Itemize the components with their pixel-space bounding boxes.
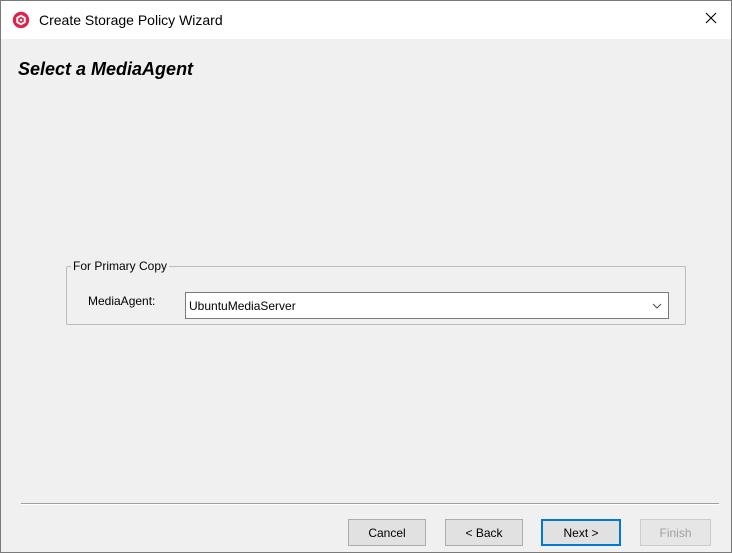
window-title: Create Storage Policy Wizard [39,12,223,28]
footer-separator [21,503,719,505]
next-button[interactable]: Next > [541,519,621,546]
group-legend: For Primary Copy [71,259,170,273]
title-bar: Create Storage Policy Wizard [1,1,731,39]
media-agent-label: MediaAgent: [88,294,156,308]
chevron-down-icon[interactable] [646,293,668,318]
close-icon [705,11,717,29]
cancel-button[interactable]: Cancel [348,519,426,546]
finish-button[interactable]: Finish [640,519,711,546]
media-agent-value: UbuntuMediaServer [189,299,296,313]
close-button[interactable] [691,1,731,39]
page-heading: Select a MediaAgent [18,59,194,79]
primary-copy-group: For Primary Copy MediaAgent: UbuntuMedia… [66,259,686,325]
wizard-window: Create Storage Policy Wizard Select a Me… [0,0,732,553]
media-agent-dropdown[interactable]: UbuntuMediaServer [185,292,669,319]
commvault-logo-icon [12,11,30,29]
back-button[interactable]: < Back [445,519,523,546]
